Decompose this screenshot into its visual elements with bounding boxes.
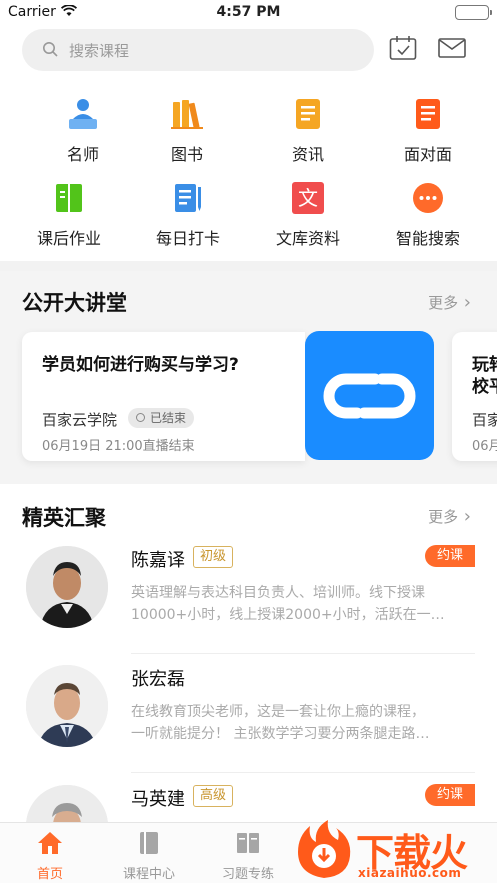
menu-label: 图书 (170, 145, 203, 164)
lecture-title: 学员如何进行购买与学习? (42, 355, 239, 375)
teacher-name: 陈嘉译 (131, 550, 185, 571)
menu-item-homework[interactable]: 课后作业 (7, 181, 131, 249)
menu-label: 面对面 (403, 145, 452, 164)
lectures-title: 公开大讲堂 (22, 291, 127, 315)
menu-label: 每日打卡 (155, 229, 220, 248)
elite-more-link[interactable]: 更多 (428, 506, 471, 527)
row-divider (131, 653, 475, 654)
teacher-icon (66, 97, 100, 131)
news-icon (291, 97, 325, 131)
teacher-desc-line: 一听就能提分！ 主张数学学习要分两条腿走路… (131, 726, 430, 742)
teacher-desc-line: 10000+小时，线上授课2000+小时，活跃在一… (131, 607, 445, 623)
flame-logo-icon (298, 820, 351, 878)
lectures-more-link[interactable]: 更多 (428, 292, 471, 313)
lecture-meta: 06月 (472, 439, 497, 454)
lecture-org: 百家 (472, 411, 497, 429)
app-screen: Carrier 4:57 PM 搜索课程 名师 图书 资讯 面对面 课后作业 每… (0, 0, 497, 883)
mail-icon[interactable] (438, 38, 466, 62)
lecture-card-next[interactable]: 玩转 校平 百家 06月 (452, 332, 497, 461)
course-icon (99, 831, 199, 859)
clock: 4:57 PM (216, 4, 281, 20)
menu-label: 资讯 (291, 145, 324, 164)
menu-item-face-to-face[interactable]: 面对面 (366, 97, 490, 165)
library-icon: 文 (291, 181, 325, 215)
tab-label: 首页 (36, 867, 63, 882)
tab-course-center[interactable]: 课程中心 (99, 831, 199, 882)
teacher-row[interactable]: 陈嘉译 初级 约课 英语理解与表达科目负责人、培训师。线下授课 10000+小时… (0, 536, 497, 654)
elite-title: 精英汇聚 (22, 506, 106, 530)
teacher-desc: 在线教育顶尖老师，这是一套让你上瘾的课程， 一听就能提分！ 主张数学学习要分两条… (131, 701, 471, 745)
lecture-status-badge: 已结束 (128, 408, 195, 428)
menu-label: 课后作业 (36, 229, 101, 248)
menu-item-news[interactable]: 资讯 (246, 97, 370, 165)
tab-home[interactable]: 首页 (0, 831, 100, 882)
teacher-row[interactable]: 张宏磊 在线教育顶尖老师，这是一套让你上瘾的课程， 一听就能提分！ 主张数学学习… (0, 655, 497, 773)
tab-exercise[interactable]: 习题专练 (198, 831, 298, 882)
teacher-desc-line: 在线教育顶尖老师，这是一套让你上瘾的课程， (131, 704, 425, 720)
teacher-desc-line: 英语理解与表达科目负责人、培训师。线下授课 (131, 585, 425, 601)
teacher-avatar (26, 546, 108, 628)
menu-item-library[interactable]: 文 文库资料 (246, 181, 370, 249)
checkin-icon (171, 181, 205, 215)
calendar-checkin-icon[interactable] (389, 35, 417, 65)
menu-label: 智能搜索 (395, 229, 460, 248)
menu-label: 文库资料 (275, 229, 340, 248)
lecture-title-line2: 校平 (472, 377, 497, 397)
teacher-desc: 英语理解与表达科目负责人、培训师。线下授课 10000+小时，线上授课2000+… (131, 582, 471, 626)
teacher-name: 张宏磊 (131, 669, 185, 690)
teacher-level-badge: 初级 (193, 546, 234, 568)
lecture-card[interactable]: 学员如何进行购买与学习? 百家云学院 已结束 06月19日 21:00直播结束 (22, 332, 305, 461)
books-icon (170, 97, 204, 131)
menu-item-books[interactable]: 图书 (125, 97, 249, 165)
baijiayun-logo-image (305, 331, 434, 460)
teacher-name: 马英建 (131, 789, 185, 810)
chat-search-icon (411, 181, 445, 215)
teacher-level-badge: 高级 (193, 785, 234, 807)
home-icon (0, 831, 100, 859)
lecture-meta: 06月19日 21:00直播结束 (42, 439, 195, 454)
exercise-icon (198, 831, 298, 859)
book-class-button[interactable]: 约课 (425, 545, 475, 567)
tab-label: 课程中心 (122, 867, 175, 882)
xiazaihuo-watermark: 下载火 xiazaihuo.com (292, 818, 497, 883)
document-icon (411, 97, 445, 131)
lecture-org: 百家云学院 (42, 411, 118, 429)
search-placeholder: 搜索课程 (69, 42, 130, 60)
menu-item-daily-checkin[interactable]: 每日打卡 (126, 181, 250, 249)
search-icon (42, 41, 58, 61)
row-divider (131, 772, 475, 773)
homework-icon (52, 181, 86, 215)
status-bar: Carrier 4:57 PM (0, 0, 497, 24)
menu-item-smart-search[interactable]: 智能搜索 (366, 181, 490, 249)
watermark-domain: xiazaihuo.com (358, 866, 462, 880)
section-divider (0, 261, 497, 271)
tab-label: 习题专练 (221, 867, 274, 882)
svg-text:文: 文 (298, 186, 318, 210)
teacher-avatar (26, 665, 108, 747)
battery-icon (455, 5, 492, 20)
book-class-button[interactable]: 约课 (425, 784, 475, 806)
search-bar[interactable]: 搜索课程 (22, 29, 374, 71)
